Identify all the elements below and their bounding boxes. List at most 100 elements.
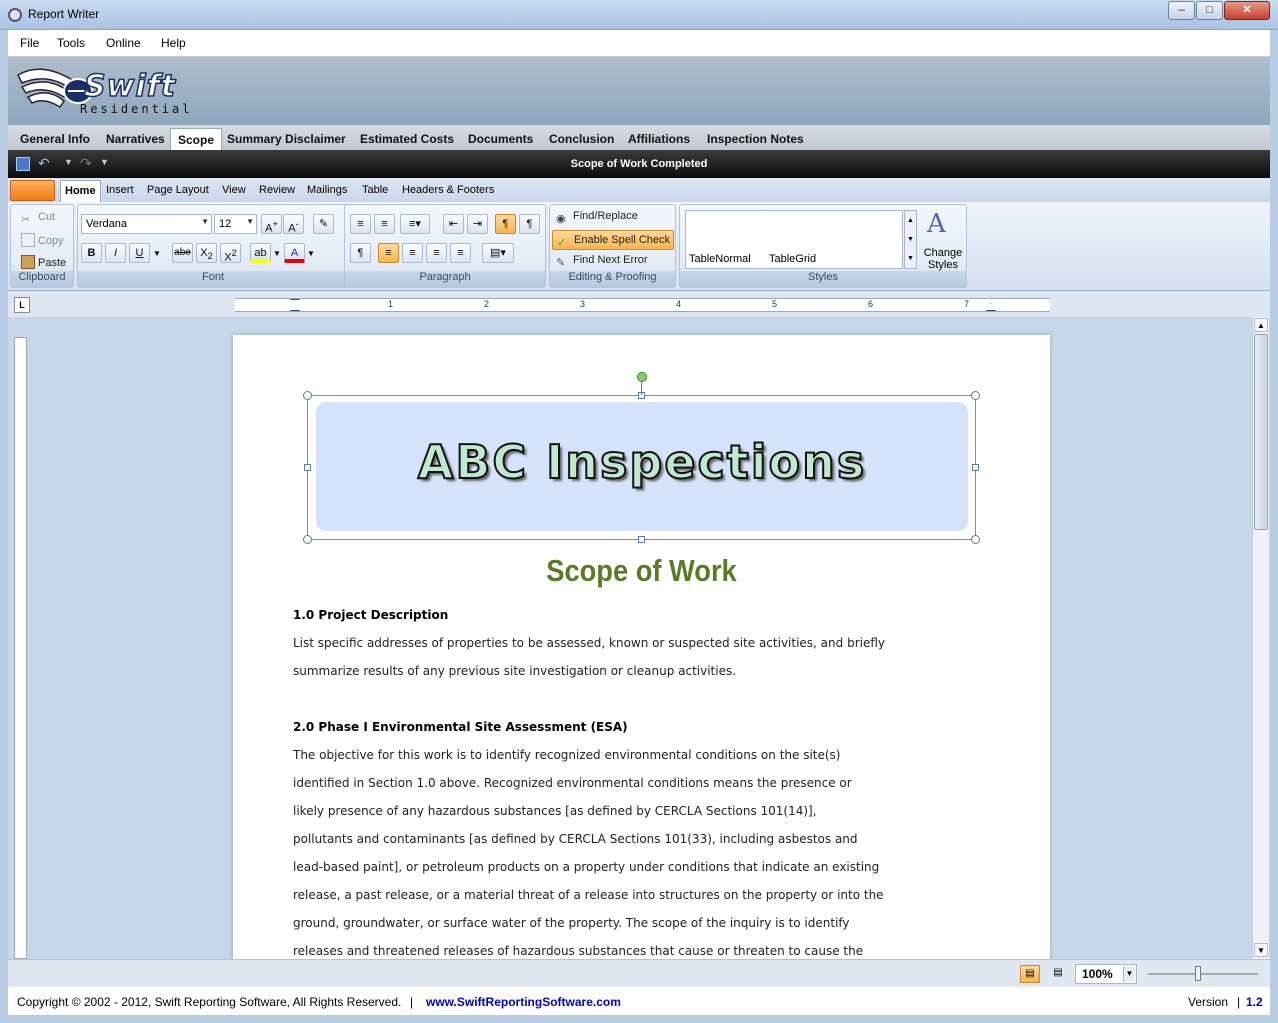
underline-dropdown-icon[interactable]: ▼: [153, 249, 161, 258]
ltr-button[interactable]: ¶: [495, 214, 516, 234]
scroll-thumb[interactable]: [1254, 334, 1268, 530]
zoom-select[interactable]: 100% ▼: [1075, 964, 1137, 984]
scroll-up-icon[interactable]: ▲: [1254, 318, 1268, 332]
app-icon: [8, 8, 22, 22]
scroll-down-icon[interactable]: ▼: [1254, 943, 1268, 957]
menu-help[interactable]: Help: [161, 36, 186, 50]
tab-estimated-costs[interactable]: Estimated Costs: [353, 128, 461, 150]
justify-button[interactable]: ≡: [450, 243, 471, 263]
align-left-button[interactable]: ≡: [378, 243, 399, 263]
vertical-scrollbar[interactable]: ▲ ▼: [1252, 317, 1269, 959]
increase-indent-button[interactable]: ⇥: [467, 214, 488, 234]
font-size-select[interactable]: 12 ▼: [214, 214, 257, 234]
align-center-button[interactable]: ≡: [402, 243, 423, 263]
highlight-button[interactable]: ab: [250, 243, 271, 263]
website-link[interactable]: www.SwiftReportingSoftware.com: [426, 995, 621, 1009]
paragraph-group-label: Paragraph: [345, 271, 545, 287]
menu-tools[interactable]: Tools: [57, 36, 85, 50]
styles-gallery[interactable]: TableNormal TableGrid: [685, 210, 903, 269]
spell-check-button[interactable]: ✓ Enable Spell Check: [552, 230, 674, 250]
selection-frame[interactable]: [303, 391, 980, 544]
resize-handle[interactable]: [303, 391, 312, 400]
resize-handle[interactable]: [971, 535, 980, 544]
close-button[interactable]: ✕: [1224, 1, 1270, 20]
change-styles-icon[interactable]: A: [927, 209, 946, 239]
application-menu-button[interactable]: [10, 180, 55, 201]
rtl-button[interactable]: ¶: [519, 214, 540, 234]
cut-button[interactable]: ✂ Cut: [21, 211, 55, 227]
tab-conclusion[interactable]: Conclusion: [542, 128, 621, 150]
styles-scroll[interactable]: ▲ ▼ ▼: [904, 210, 917, 269]
maximize-button[interactable]: □: [1196, 1, 1223, 20]
right-indent-marker-icon[interactable]: [986, 303, 996, 311]
align-right-button[interactable]: ≡: [426, 243, 447, 263]
underline-button[interactable]: U: [129, 243, 150, 263]
draft-view-icon[interactable]: ▤: [1048, 965, 1068, 983]
numbering-button[interactable]: ≡: [374, 214, 395, 234]
tab-inspection-notes[interactable]: Inspection Notes: [700, 128, 811, 150]
editing-group: ◉ Find/Replace ✓ Enable Spell Check ✎ Find …: [549, 204, 676, 288]
zoom-slider-thumb[interactable]: [1195, 966, 1201, 981]
tab-scope[interactable]: Scope: [170, 128, 223, 150]
change-styles-button[interactable]: Change Styles: [920, 247, 966, 271]
style-tablegrid[interactable]: TableGrid: [769, 253, 816, 265]
ribbon-tab-mailings[interactable]: Mailings: [307, 184, 347, 196]
clear-formatting-button[interactable]: ✎: [313, 214, 334, 234]
superscript-button[interactable]: X2: [220, 243, 241, 264]
style-tablenormal[interactable]: TableNormal: [689, 253, 751, 265]
menu-online[interactable]: Online: [106, 36, 141, 50]
resize-handle[interactable]: [303, 535, 312, 544]
tab-documents[interactable]: Documents: [461, 128, 540, 150]
find-replace-button[interactable]: ◉ Find/Replace: [556, 210, 638, 226]
multilevel-list-button[interactable]: ≡▾: [400, 214, 430, 234]
rotation-handle[interactable]: [637, 372, 647, 382]
resize-handle[interactable]: [972, 464, 979, 471]
ribbon-tab-view[interactable]: View: [222, 184, 246, 196]
redo-icon[interactable]: ↷: [80, 155, 92, 172]
ribbon-tab-headers-footers[interactable]: Headers & Footers: [402, 184, 494, 196]
ribbon-tab-page-layout[interactable]: Page Layout: [147, 184, 209, 196]
font-color-button[interactable]: A: [284, 243, 305, 263]
font-color-dropdown-icon[interactable]: ▼: [307, 249, 315, 258]
decrease-indent-button[interactable]: ⇤: [443, 214, 464, 234]
tab-stop-selector[interactable]: L: [14, 297, 30, 313]
paste-button[interactable]: Paste: [21, 255, 66, 269]
ribbon-tab-review[interactable]: Review: [259, 184, 295, 196]
highlight-dropdown-icon[interactable]: ▼: [273, 249, 281, 258]
save-icon[interactable]: [16, 157, 30, 171]
body-text: identified in Section 1.0 above. Recogni…: [293, 776, 852, 790]
bold-button[interactable]: B: [81, 243, 102, 263]
menu-file[interactable]: File: [20, 36, 39, 50]
ribbon-tab-insert[interactable]: Insert: [106, 184, 134, 196]
zoom-slider[interactable]: [1148, 973, 1258, 975]
ribbon-tab-home[interactable]: Home: [60, 180, 101, 202]
shading-button[interactable]: ▤▾: [482, 243, 514, 263]
minimize-button[interactable]: –: [1168, 1, 1195, 20]
indent-marker-icon[interactable]: [290, 299, 300, 311]
font-family-select[interactable]: Verdana ▼: [81, 214, 212, 234]
tab-general-info[interactable]: General Info: [13, 128, 97, 150]
grow-font-button[interactable]: A+: [261, 214, 282, 235]
resize-handle[interactable]: [971, 391, 980, 400]
print-layout-icon[interactable]: ▤: [1020, 965, 1040, 983]
tab-affiliations[interactable]: Affiliations: [621, 128, 697, 150]
copy-button[interactable]: Copy: [21, 233, 64, 247]
ribbon-tab-table[interactable]: Table: [362, 184, 388, 196]
undo-icon[interactable]: ↶: [38, 155, 50, 172]
vertical-ruler[interactable]: [14, 337, 27, 959]
version-number[interactable]: 1.2: [1246, 995, 1263, 1009]
resize-handle[interactable]: [638, 536, 645, 543]
quick-access-dropdown-icon[interactable]: ▼: [100, 157, 109, 167]
strikethrough-button[interactable]: abe: [172, 243, 193, 263]
find-next-error-button[interactable]: ✎ Find Next Error: [556, 254, 648, 270]
horizontal-ruler[interactable]: 1 2 3 4 5 6 7: [235, 298, 1050, 312]
undo-dropdown-icon[interactable]: ▼: [64, 157, 73, 167]
show-marks-button[interactable]: ¶: [350, 243, 371, 263]
subscript-button[interactable]: X2: [196, 243, 217, 263]
shrink-font-button[interactable]: A-: [283, 214, 304, 235]
bullets-button[interactable]: ≡: [350, 214, 371, 234]
tab-summary-disclaimer[interactable]: Summary Disclaimer: [220, 128, 353, 150]
italic-button[interactable]: I: [105, 243, 126, 263]
resize-handle[interactable]: [304, 464, 311, 471]
tab-narratives[interactable]: Narratives: [99, 128, 172, 150]
